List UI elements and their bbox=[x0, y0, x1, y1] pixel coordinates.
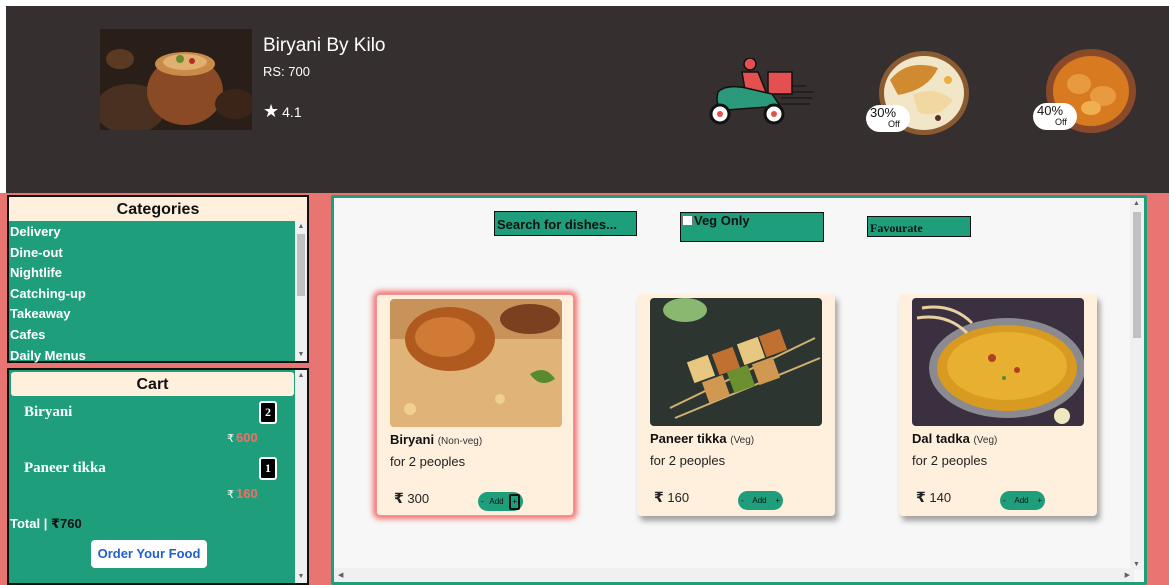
dish-serves: for 2 peoples bbox=[912, 453, 988, 468]
scroll-right-icon[interactable]: ▶ bbox=[1125, 571, 1130, 579]
add-button[interactable]: - Add + bbox=[478, 492, 523, 511]
order-food-button[interactable]: Order Your Food bbox=[91, 540, 207, 568]
scroll-down-icon[interactable]: ▼ bbox=[295, 571, 307, 583]
search-input[interactable]: Search for dishes... bbox=[494, 211, 637, 236]
dishes-vertical-scrollbar[interactable]: ▲ ▼ bbox=[1130, 198, 1144, 570]
scroll-up-icon[interactable]: ▲ bbox=[295, 370, 307, 382]
dish-image bbox=[912, 298, 1084, 426]
categories-title: Categories bbox=[9, 197, 307, 221]
category-item-cafes[interactable]: Cafes bbox=[10, 325, 307, 346]
dish-card-dal-tadka[interactable]: Dal tadka (Veg) for 2 peoples ₹ 140 - Ad… bbox=[899, 294, 1097, 516]
cart-panel: Cart Biryani 2 ₹600 Paneer tikka 1 ₹160 … bbox=[7, 368, 309, 585]
category-item-delivery[interactable]: Delivery bbox=[10, 222, 307, 243]
cart-item-price: ₹600 bbox=[227, 430, 258, 445]
cart-total: Total | ₹760 bbox=[10, 516, 82, 531]
star-icon: ★ bbox=[263, 101, 280, 121]
scroll-down-icon[interactable]: ▼ bbox=[295, 349, 307, 361]
cart-item-qty: 1 bbox=[259, 457, 277, 480]
dish-price: ₹ 140 bbox=[916, 489, 952, 505]
restaurant-price: RS: 700 bbox=[263, 64, 310, 79]
add-button[interactable]: - Add + bbox=[1000, 491, 1045, 510]
dish-image bbox=[650, 298, 822, 426]
add-label: Add bbox=[1014, 496, 1029, 505]
add-label: Add bbox=[752, 496, 767, 505]
scroll-up-icon[interactable]: ▲ bbox=[295, 221, 307, 233]
category-item-nightlife[interactable]: Nightlife bbox=[10, 263, 307, 284]
scroll-down-icon[interactable]: ▼ bbox=[1133, 561, 1140, 568]
minus-button[interactable]: - bbox=[1003, 496, 1006, 505]
scrollbar-thumb[interactable] bbox=[297, 234, 305, 296]
veg-only-filter[interactable]: Veg Only bbox=[680, 212, 824, 242]
minus-button[interactable]: - bbox=[481, 497, 484, 506]
rating-value: 4.1 bbox=[282, 103, 302, 120]
dish-name: Biryani (Non-veg) bbox=[390, 432, 483, 447]
scroll-up-icon[interactable]: ▲ bbox=[1133, 200, 1140, 207]
plus-button[interactable]: + bbox=[1037, 496, 1042, 505]
dish-serves: for 2 peoples bbox=[650, 453, 726, 468]
top-border bbox=[0, 0, 1169, 6]
dish-card-biryani[interactable]: Biryani (Non-veg) for 2 peoples ₹ 300 - … bbox=[376, 294, 574, 516]
cart-title: Cart bbox=[11, 372, 294, 396]
categories-scrollbar[interactable]: ▲ ▼ bbox=[295, 221, 307, 361]
dish-price: ₹ 300 bbox=[394, 490, 430, 506]
cart-item-name: Biryani bbox=[24, 404, 73, 420]
category-item-dine-out[interactable]: Dine-out bbox=[10, 243, 307, 264]
add-button[interactable]: - Add + bbox=[738, 491, 783, 510]
dishes-horizontal-scrollbar[interactable]: ◀ ▶ bbox=[334, 568, 1134, 582]
plus-button[interactable]: + bbox=[509, 493, 520, 510]
offer-badge: 30% Off bbox=[866, 105, 910, 132]
restaurant-image bbox=[100, 29, 252, 130]
left-border bbox=[0, 0, 6, 193]
category-item-takeaway[interactable]: Takeaway bbox=[10, 304, 307, 325]
categories-panel: Categories Delivery Dine-out Nightlife C… bbox=[7, 195, 309, 363]
add-label: Add bbox=[489, 497, 504, 506]
restaurant-header: Biryani By Kilo RS: 700 ★ 4.1 30% Off 40… bbox=[0, 0, 1169, 193]
scroll-left-icon[interactable]: ◀ bbox=[338, 571, 343, 579]
delivery-scooter-icon bbox=[706, 57, 816, 126]
cart-item-qty: 2 bbox=[259, 401, 277, 424]
dish-image bbox=[390, 299, 562, 427]
scrollbar-thumb[interactable] bbox=[1133, 212, 1141, 338]
restaurant-name: Biryani By Kilo bbox=[263, 35, 386, 56]
favourate-button[interactable]: Favourate bbox=[867, 216, 971, 237]
category-item-daily-menus[interactable]: Daily Menus bbox=[10, 346, 307, 367]
dish-name: Paneer tikka (Veg) bbox=[650, 431, 755, 446]
dish-card-paneer-tikka[interactable]: Paneer tikka (Veg) for 2 peoples ₹ 160 -… bbox=[637, 294, 835, 516]
category-item-catching-up[interactable]: Catching-up bbox=[10, 284, 307, 305]
cart-scrollbar[interactable]: ▲ ▼ bbox=[295, 370, 307, 583]
cart-item-price: ₹160 bbox=[227, 486, 258, 501]
dishes-panel: Search for dishes... Veg Only Favourate … bbox=[331, 195, 1147, 585]
dish-price: ₹ 160 bbox=[654, 489, 690, 505]
minus-button[interactable]: - bbox=[741, 496, 744, 505]
restaurant-rating: ★ 4.1 bbox=[263, 101, 302, 122]
offer-badge: 40% Off bbox=[1033, 103, 1077, 130]
cart-item-name: Paneer tikka bbox=[24, 460, 106, 476]
dish-serves: for 2 peoples bbox=[390, 454, 466, 469]
dish-name: Dal tadka (Veg) bbox=[912, 431, 998, 446]
offer-card-30[interactable]: 30% Off bbox=[866, 50, 970, 136]
plus-button[interactable]: + bbox=[775, 496, 780, 505]
offer-card-40[interactable]: 40% Off bbox=[1033, 48, 1137, 134]
categories-list: Delivery Dine-out Nightlife Catching-up … bbox=[9, 221, 307, 366]
veg-only-checkbox[interactable] bbox=[682, 215, 693, 226]
